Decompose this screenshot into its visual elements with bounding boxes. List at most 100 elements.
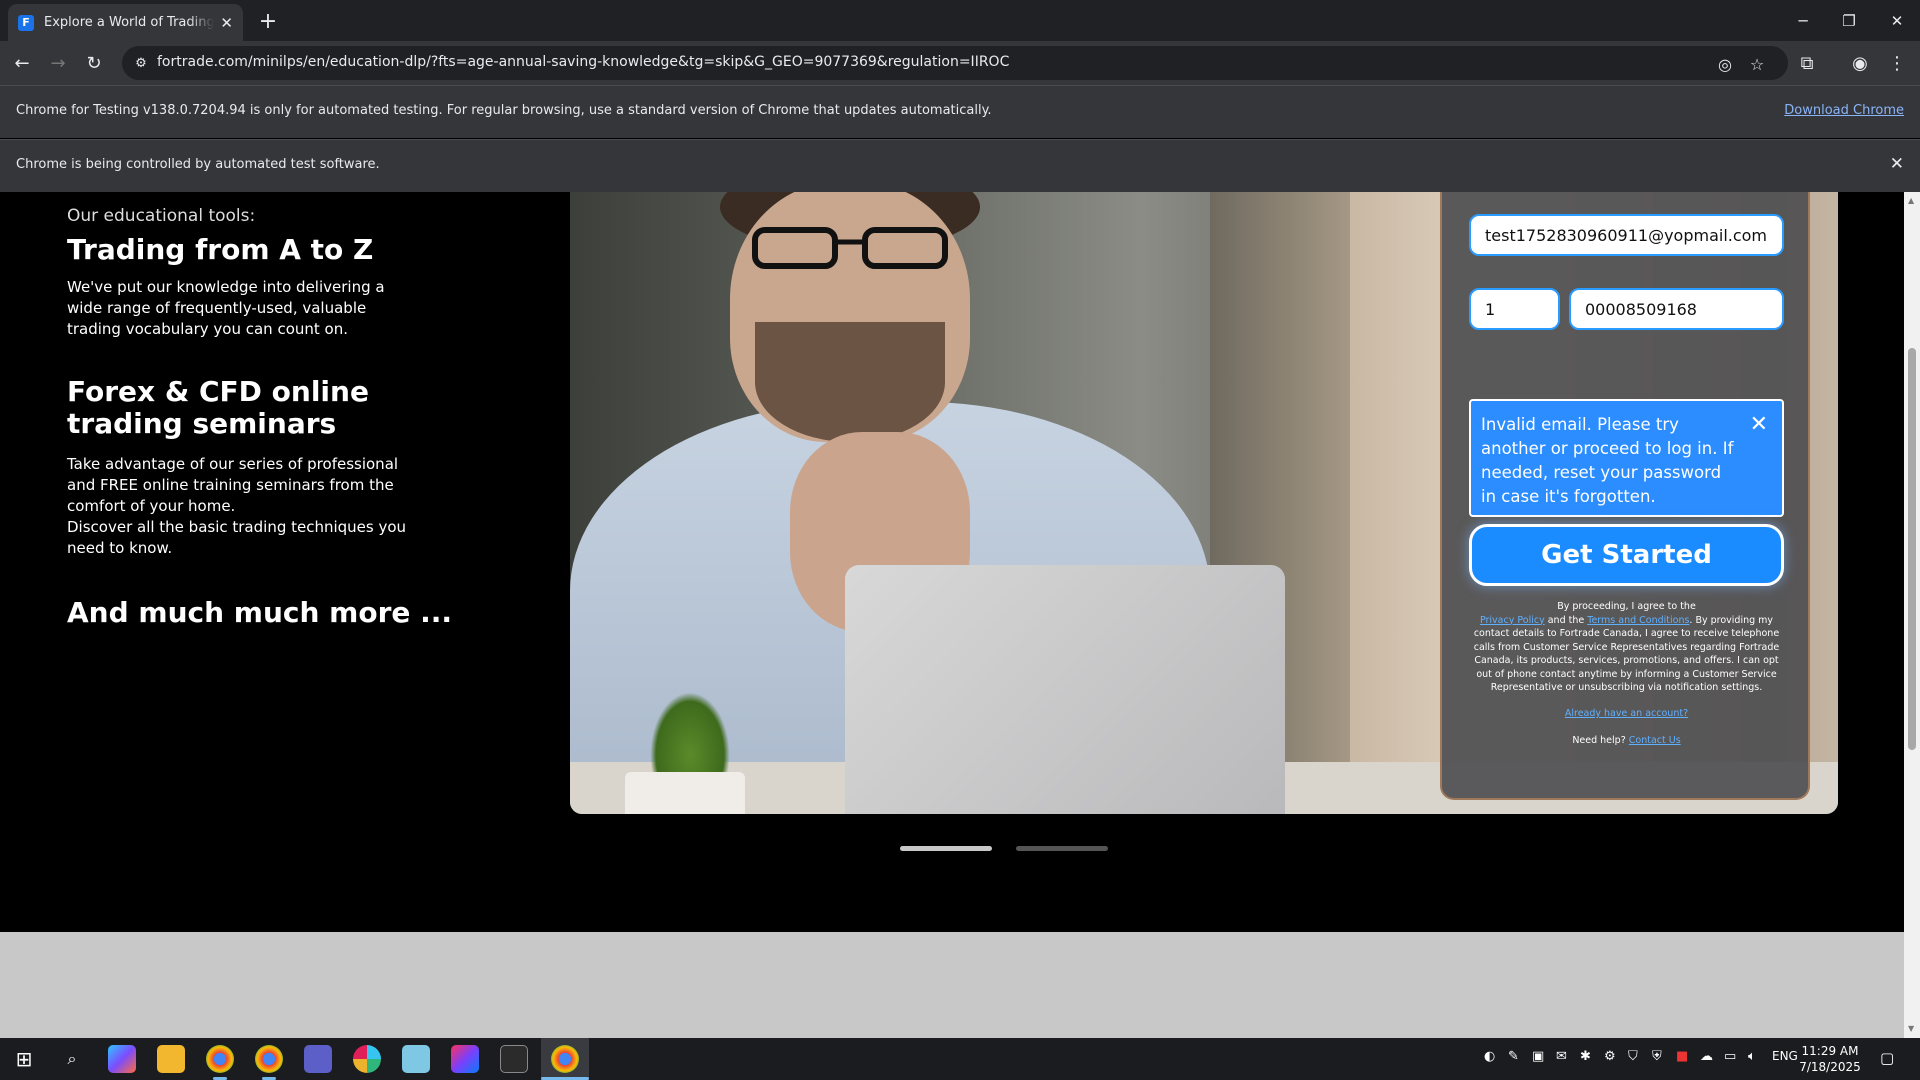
back-icon[interactable]: ←	[8, 49, 36, 77]
phone-field[interactable]: 00008509168	[1569, 288, 1784, 330]
section1-text-line: trading vocabulary you can count on.	[67, 320, 349, 338]
clock-time: 11:29 AM	[1801, 1044, 1859, 1058]
search-icon[interactable]: ⌕	[58, 1045, 86, 1073]
error-message-box: Invalid email. Please try another or pro…	[1469, 399, 1784, 517]
get-started-button[interactable]: Get Started	[1469, 524, 1784, 586]
tray-slack-icon[interactable]: ✱	[1580, 1049, 1591, 1064]
page-viewport: Our educational tools: Trading from A to…	[0, 192, 1904, 1038]
error-close-icon[interactable]: ✕	[1750, 413, 1768, 437]
chrome-for-testing-icon[interactable]	[551, 1045, 579, 1073]
download-chrome-link[interactable]: Download Chrome	[1784, 103, 1904, 118]
chrome-dev-icon[interactable]	[206, 1045, 234, 1073]
language-indicator[interactable]: ENG	[1772, 1049, 1798, 1063]
legal-disclaimer: By proceeding, I agree to the Privacy Po…	[1469, 600, 1784, 695]
scroll-thumb[interactable]	[1908, 348, 1916, 750]
tab-title: Explore a World of Trading Possibilities	[44, 15, 214, 30]
hero-plant-pot	[625, 772, 745, 814]
error-message-text: Invalid email. Please try another or pro…	[1481, 415, 1734, 506]
hero-plant	[650, 692, 730, 782]
tray-pen-icon[interactable]: ✎	[1508, 1049, 1519, 1064]
restore-icon[interactable]: ❐	[1826, 0, 1872, 41]
scroll-up-icon[interactable]: ▲	[1908, 196, 1914, 205]
need-help-label: Need help?	[1572, 735, 1626, 746]
windows-taskbar: ⊞ ⌕ ◐ ✎ ▣ ✉ ✱ ⚙ ⛉ ⛨ ■ ☁ ▭ 🔈︎ ENG 11:29 A…	[0, 1038, 1920, 1080]
new-tab-icon[interactable]: +	[255, 8, 281, 34]
address-url: fortrade.com/minilps/en/education-dlp/?f…	[157, 54, 1010, 70]
system-clock[interactable]: 11:29 AM 7/18/2025	[1795, 1043, 1865, 1075]
teams-icon[interactable]	[304, 1045, 332, 1073]
section3-title: And much much more ...	[67, 596, 453, 629]
automation-infobar-text: Chrome is being controlled by automated …	[16, 157, 380, 172]
site-info-icon[interactable]: ⚙	[132, 54, 150, 72]
section2-title-line: trading seminars	[67, 407, 337, 440]
tracking-protection-icon[interactable]: ◎	[1714, 53, 1736, 75]
tray-security-icon[interactable]: ⛨	[1652, 1049, 1662, 1064]
copilot-icon[interactable]	[108, 1045, 136, 1073]
tab-strip: F Explore a World of Trading Possibiliti…	[0, 0, 1920, 41]
section2-text-line: Take advantage of our series of professi…	[67, 455, 399, 473]
tab-search-icon[interactable]: ⧉	[1793, 49, 1821, 77]
section2-text-line: comfort of your home.	[67, 497, 236, 515]
tray-outlook-icon[interactable]: ✉	[1556, 1049, 1567, 1064]
menu-kebab-icon[interactable]: ⋮	[1883, 49, 1911, 77]
file-explorer-icon[interactable]	[157, 1045, 185, 1073]
scroll-down-icon[interactable]: ▼	[1908, 1024, 1914, 1033]
minimize-icon[interactable]: ─	[1780, 0, 1826, 41]
carousel-dot[interactable]	[1016, 846, 1108, 851]
terminal-icon[interactable]	[500, 1045, 528, 1073]
carousel-dot-active[interactable]	[900, 846, 992, 851]
bookmark-star-icon[interactable]: ☆	[1746, 53, 1768, 75]
section2-text-line: Discover all the basic trading technique…	[67, 518, 407, 536]
tray-defender-icon[interactable]: ⛉	[1628, 1049, 1638, 1064]
slack-icon[interactable]	[353, 1045, 381, 1073]
volume-icon[interactable]: 🔈︎	[1748, 1049, 1756, 1064]
forward-icon[interactable]: →	[44, 49, 72, 77]
testing-infobar: Chrome for Testing v138.0.7204.94 is onl…	[0, 85, 1920, 138]
clock-date: 7/18/2025	[1799, 1060, 1861, 1074]
already-have-account-link[interactable]: Already have an account?	[1469, 708, 1784, 719]
section2-text-line: and FREE online training seminars from t…	[67, 476, 394, 494]
tray-teams-icon[interactable]: ▣	[1532, 1049, 1544, 1064]
tray-cloud-icon[interactable]: ☁	[1700, 1049, 1713, 1064]
fortrade-favicon-icon: F	[18, 14, 34, 31]
window-close-icon[interactable]: ✕	[1874, 0, 1920, 41]
profile-icon[interactable]: ◉	[1846, 49, 1874, 77]
hero-laptop	[845, 565, 1285, 814]
next-section-background	[0, 932, 1904, 1038]
hero-glasses	[752, 227, 948, 269]
tray-settings-icon[interactable]: ⚙	[1604, 1049, 1616, 1064]
terms-link[interactable]: Terms and Conditions	[1587, 615, 1689, 626]
testing-infobar-text: Chrome for Testing v138.0.7204.94 is onl…	[16, 103, 992, 118]
section1-title: Trading from A to Z	[67, 233, 374, 266]
notifications-icon[interactable]: ▢	[1880, 1049, 1894, 1067]
tray-app-icon[interactable]: ◐	[1484, 1049, 1495, 1064]
legal-and: and the	[1547, 614, 1585, 626]
section2-title-line: Forex & CFD online	[67, 375, 369, 408]
education-column: Our educational tools: Trading from A to…	[67, 206, 497, 629]
email-field[interactable]: test1752830960911@yopmail.com	[1469, 214, 1784, 256]
browser-toolbar: ← → ↻ ⚙ fortrade.com/minilps/en/educatio…	[0, 41, 1920, 85]
legal-prefix: By proceeding, I agree to the	[1557, 601, 1696, 612]
section1-text-line: wide range of frequently-used, valuable	[67, 299, 367, 317]
chrome-icon[interactable]	[255, 1045, 283, 1073]
browser-tab-active[interactable]: F Explore a World of Trading Possibiliti…	[8, 4, 243, 41]
windows-start-icon[interactable]: ⊞	[10, 1045, 38, 1073]
education-intro: Our educational tools:	[67, 206, 256, 226]
country-code-field[interactable]: 1	[1469, 288, 1560, 330]
privacy-policy-link[interactable]: Privacy Policy	[1480, 615, 1545, 626]
tray-alert-icon[interactable]: ■	[1676, 1049, 1688, 1064]
page-scrollbar[interactable]: ▲ ▼	[1904, 192, 1920, 1038]
notepad-icon[interactable]	[402, 1045, 430, 1073]
section2-text-line: need to know.	[67, 539, 173, 557]
automation-infobar: Chrome is being controlled by automated …	[0, 139, 1920, 192]
tab-close-icon[interactable]: ✕	[220, 14, 233, 32]
legal-rest: . By providing my contact details to For…	[1473, 614, 1780, 694]
hero-person-beard	[755, 322, 945, 442]
intellij-icon[interactable]	[451, 1045, 479, 1073]
infobar-close-icon[interactable]: ✕	[1890, 154, 1904, 174]
need-help: Need help? Contact Us	[1469, 735, 1784, 746]
reload-icon[interactable]: ↻	[80, 49, 108, 77]
contact-us-link[interactable]: Contact Us	[1629, 735, 1681, 746]
address-bar[interactable]: ⚙ fortrade.com/minilps/en/education-dlp/…	[122, 46, 1788, 80]
network-icon[interactable]: ▭	[1724, 1049, 1736, 1064]
